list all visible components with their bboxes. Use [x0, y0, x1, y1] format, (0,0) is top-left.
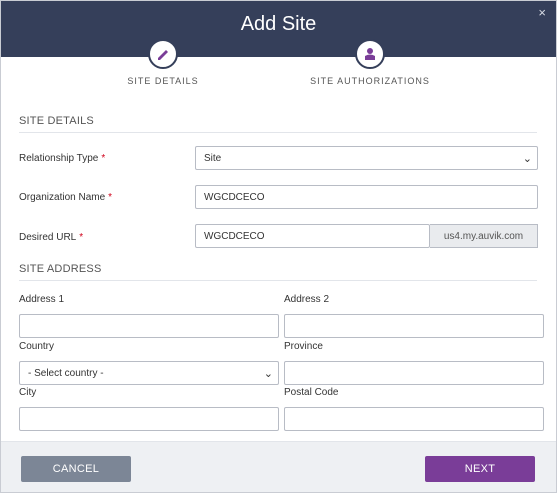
relationship-type-label-text: Relationship Type — [19, 153, 99, 164]
step-site-authorizations[interactable] — [355, 39, 385, 69]
dialog-header: Add Site × — [1, 1, 556, 51]
country-select[interactable]: - Select country - ⌄ — [19, 361, 279, 385]
address1-label: Address 1 — [19, 294, 65, 305]
required-mark: * — [108, 192, 113, 203]
organization-name-label-text: Organization Name — [19, 192, 106, 203]
organization-name-input[interactable]: WGCDCECO — [195, 185, 538, 209]
country-value: - Select country - — [28, 367, 104, 379]
section-title-site-details: SITE DETAILS — [19, 115, 94, 127]
step-label-site-authorizations: SITE AUTHORIZATIONS — [310, 76, 430, 86]
close-icon[interactable]: × — [538, 5, 546, 20]
pencil-icon — [158, 50, 168, 60]
dialog-footer: CANCEL NEXT — [1, 441, 556, 492]
section-title-site-address: SITE ADDRESS — [19, 263, 102, 275]
desired-url-label: Desired URL * — [19, 232, 83, 243]
postal-code-label: Postal Code — [284, 387, 339, 398]
relationship-type-label: Relationship Type * — [19, 153, 105, 164]
city-label: City — [19, 387, 37, 398]
required-mark: * — [79, 232, 84, 243]
user-lock-icon — [365, 48, 375, 60]
chevron-down-icon: ⌄ — [522, 153, 532, 165]
desired-url-input[interactable]: WGCDCECO — [195, 224, 430, 248]
cancel-button[interactable]: CANCEL — [21, 456, 131, 482]
desired-url-value: WGCDCECO — [204, 230, 265, 242]
required-mark: * — [101, 153, 106, 164]
country-label: Country — [19, 341, 55, 352]
url-suffix: us4.my.auvik.com — [430, 224, 538, 248]
address1-input[interactable] — [19, 314, 279, 338]
desired-url-label-text: Desired URL — [19, 232, 77, 243]
relationship-type-select[interactable]: Site ⌄ — [195, 146, 538, 170]
next-button[interactable]: NEXT — [425, 456, 535, 482]
steps-bar — [1, 51, 556, 57]
postal-code-input[interactable] — [284, 407, 544, 431]
address2-input[interactable] — [284, 314, 544, 338]
divider — [19, 132, 537, 133]
chevron-down-icon: ⌄ — [263, 368, 273, 380]
dialog-title: Add Site — [240, 13, 317, 35]
organization-name-label: Organization Name * — [19, 192, 112, 203]
step-label-site-details: SITE DETAILS — [127, 76, 199, 86]
province-input[interactable] — [284, 361, 544, 385]
address2-label: Address 2 — [284, 294, 330, 305]
divider — [19, 280, 537, 281]
add-site-dialog: Add Site × SITE DETAILS SITE AUTHORIZATI… — [0, 0, 557, 493]
relationship-type-value: Site — [204, 152, 222, 164]
step-site-details[interactable] — [148, 39, 178, 69]
province-label: Province — [284, 341, 323, 352]
city-input[interactable] — [19, 407, 279, 431]
organization-name-value: WGCDCECO — [204, 191, 265, 203]
